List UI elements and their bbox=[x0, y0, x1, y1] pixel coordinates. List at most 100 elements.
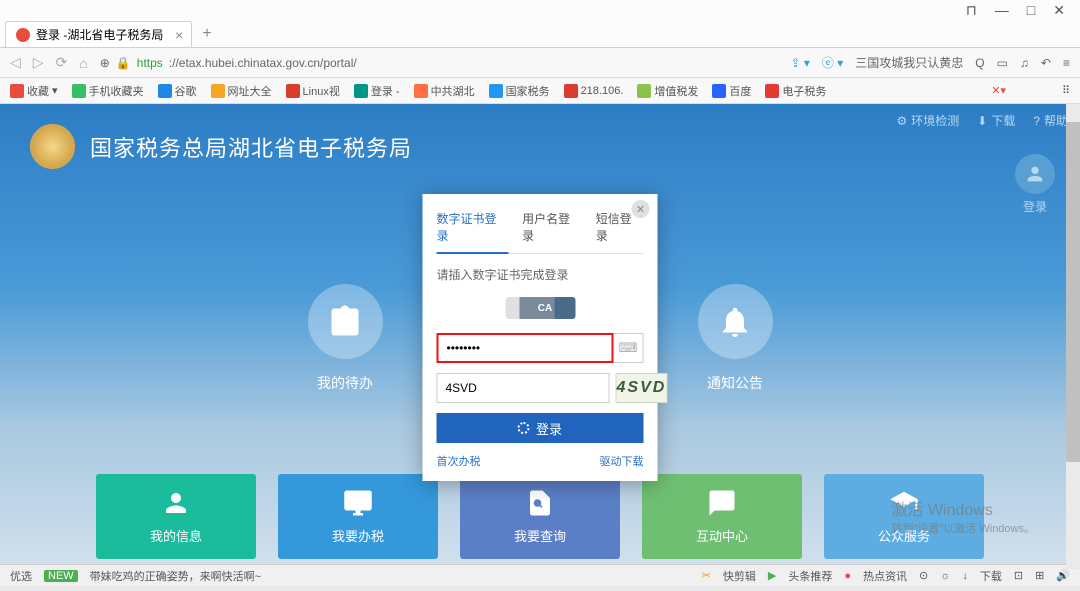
window-maximize-icon[interactable]: □ bbox=[1027, 2, 1035, 18]
refresh-icon[interactable]: ⟳ bbox=[56, 54, 68, 71]
bookmark-icon bbox=[489, 84, 503, 98]
bookmark-icon bbox=[286, 84, 300, 98]
menu-icon[interactable]: ≡ bbox=[1063, 56, 1070, 70]
tab-bar: 登录 -湖北省电子税务局 × + bbox=[0, 20, 1080, 48]
bookmark-icon bbox=[637, 84, 651, 98]
card-query[interactable]: 我要查询 bbox=[460, 474, 620, 559]
keyboard-icon[interactable]: ⌨ bbox=[614, 333, 644, 363]
bookmark-item[interactable]: 国家税务 bbox=[489, 83, 550, 99]
spinner-icon bbox=[518, 422, 530, 434]
scissors-icon[interactable]: ✂ bbox=[702, 569, 711, 582]
url-scheme: https bbox=[137, 56, 163, 70]
volume-icon[interactable]: 🔊 bbox=[1056, 569, 1070, 582]
shield-icon: ⊕ bbox=[100, 56, 110, 70]
password-input[interactable] bbox=[437, 333, 614, 363]
search-hint[interactable]: 三国攻城我只认黄忠 bbox=[855, 54, 963, 71]
tab-username-login[interactable]: 用户名登录 bbox=[522, 206, 582, 253]
status-item[interactable]: 优选 bbox=[10, 568, 32, 584]
status-item[interactable]: 带妹吃鸡的正确姿势，来啊快活啊~ bbox=[90, 568, 261, 584]
card-my-info[interactable]: 我的信息 bbox=[96, 474, 256, 559]
undo-icon[interactable]: ↶ bbox=[1041, 56, 1051, 70]
misc-icon[interactable]: ⊡ bbox=[1014, 569, 1023, 582]
tab-cert-login[interactable]: 数字证书登录 bbox=[437, 206, 509, 254]
favicon-icon bbox=[16, 28, 30, 42]
bookmark-item[interactable]: Linux视 bbox=[286, 83, 340, 99]
top-links: ⚙ 环境检测 ⬇ 下载 ? 帮助 bbox=[896, 112, 1068, 129]
captcha-image[interactable]: 4SVD bbox=[616, 373, 668, 403]
bookmark-icon bbox=[158, 84, 172, 98]
logo-icon bbox=[30, 124, 75, 169]
window-minimize-icon[interactable]: — bbox=[995, 2, 1009, 18]
share-icon[interactable]: ⇪ ▾ bbox=[790, 56, 809, 70]
forward-icon[interactable]: ▷ bbox=[33, 54, 44, 71]
status-bar: 优选 NEW 带妹吃鸡的正确姿势，来啊快活啊~ ✂ 快剪辑 ▶ 头条推荐 ● 热… bbox=[0, 564, 1080, 586]
window-tray-icon[interactable]: ⊓ bbox=[966, 2, 977, 19]
headphones-icon[interactable]: ♫ bbox=[1020, 56, 1029, 70]
misc-icon[interactable]: ↓ bbox=[962, 570, 968, 582]
address-bar: ◁ ▷ ⟳ ⌂ ⊕ 🔒 https ://etax.hubei.chinatax… bbox=[0, 48, 1080, 78]
bookmark-item[interactable]: 手机收藏夹 bbox=[72, 83, 144, 99]
status-item[interactable]: 下载 bbox=[980, 568, 1002, 584]
notifications[interactable]: 通知公告 bbox=[698, 284, 773, 393]
ext-icon[interactable]: ✕▾ bbox=[991, 84, 1006, 97]
person-icon bbox=[161, 488, 191, 518]
browser-tab[interactable]: 登录 -湖北省电子税务局 × bbox=[5, 21, 192, 47]
bookmark-icon bbox=[712, 84, 726, 98]
bookmark-item[interactable]: 百度 bbox=[712, 83, 751, 99]
search-doc-icon bbox=[525, 488, 555, 518]
bookmark-item[interactable]: 网址大全 bbox=[211, 83, 272, 99]
download-link[interactable]: ⬇ 下载 bbox=[977, 112, 1015, 129]
back-icon[interactable]: ◁ bbox=[10, 54, 21, 71]
compat-icon[interactable]: ⓔ ▾ bbox=[822, 54, 843, 71]
window-close-icon[interactable]: ✕ bbox=[1053, 2, 1065, 19]
status-item[interactable]: 热点资讯 bbox=[863, 568, 907, 584]
login-modal: ✕ 数字证书登录 用户名登录 短信登录 请插入数字证书完成登录 CA ⌨ 4SV… bbox=[423, 194, 658, 481]
help-link[interactable]: ? 帮助 bbox=[1033, 112, 1068, 129]
scrollbar-thumb[interactable] bbox=[1066, 122, 1080, 462]
page-content: ⚙ 环境检测 ⬇ 下载 ? 帮助 国家税务总局湖北省电子税务局 登录 我的待办 … bbox=[0, 104, 1080, 564]
login-button[interactable]: 登录 bbox=[437, 413, 644, 443]
chat-icon bbox=[707, 488, 737, 518]
bookmark-item[interactable]: 增值税发 bbox=[637, 83, 698, 99]
bookmark-item[interactable]: 电子税务 bbox=[765, 83, 826, 99]
bookmark-icon bbox=[765, 84, 779, 98]
window-controls: ⊓ — □ ✕ bbox=[0, 0, 1080, 20]
misc-icon[interactable]: ⊞ bbox=[1035, 569, 1044, 582]
status-item[interactable]: 快剪辑 bbox=[723, 568, 756, 584]
card-tax-service[interactable]: 我要办税 bbox=[278, 474, 438, 559]
bookmark-item[interactable]: 218.106. bbox=[564, 84, 624, 98]
scrollbar[interactable] bbox=[1066, 104, 1080, 569]
bookmark-icon bbox=[354, 84, 368, 98]
login-avatar[interactable]: 登录 bbox=[1015, 154, 1055, 216]
play-icon[interactable]: ▶ bbox=[768, 569, 776, 582]
battery-icon[interactable]: ▭ bbox=[997, 56, 1008, 70]
modal-close-icon[interactable]: ✕ bbox=[632, 200, 650, 218]
driver-download-link[interactable]: 驱动下载 bbox=[600, 453, 644, 469]
url-text: ://etax.hubei.chinatax.gov.cn/portal/ bbox=[169, 56, 357, 70]
hot-icon[interactable]: ● bbox=[844, 570, 851, 582]
password-row: ⌨ bbox=[437, 333, 644, 363]
avatar-icon bbox=[1015, 154, 1055, 194]
login-hint: 请插入数字证书完成登录 bbox=[437, 266, 644, 283]
home-icon[interactable]: ⌂ bbox=[79, 55, 87, 71]
badge-icon: NEW bbox=[44, 570, 78, 582]
bookmark-item[interactable]: 收藏 ▾ bbox=[10, 83, 58, 99]
bookmark-item[interactable]: 谷歌 bbox=[158, 83, 197, 99]
status-item[interactable]: 头条推荐 bbox=[788, 568, 832, 584]
new-tab-button[interactable]: + bbox=[192, 21, 221, 47]
bookmark-icon bbox=[10, 84, 24, 98]
card-interactive[interactable]: 互动中心 bbox=[642, 474, 802, 559]
url-input[interactable]: ⊕ 🔒 https ://etax.hubei.chinatax.gov.cn/… bbox=[100, 56, 779, 70]
env-check-link[interactable]: ⚙ 环境检测 bbox=[896, 112, 959, 129]
bookmark-item[interactable]: 登录 - bbox=[354, 83, 400, 99]
tab-close-icon[interactable]: × bbox=[175, 27, 183, 43]
search-icon[interactable]: Q bbox=[975, 56, 984, 70]
captcha-input[interactable] bbox=[437, 373, 610, 403]
bell-icon bbox=[698, 284, 773, 359]
my-todo[interactable]: 我的待办 bbox=[308, 284, 383, 393]
apps-icon[interactable]: ⠿ bbox=[1062, 84, 1070, 97]
misc-icon[interactable]: ☼ bbox=[940, 570, 950, 582]
bookmark-item[interactable]: 中共湖北 bbox=[414, 83, 475, 99]
first-time-link[interactable]: 首次办税 bbox=[437, 453, 481, 469]
misc-icon[interactable]: ⊙ bbox=[919, 569, 928, 582]
